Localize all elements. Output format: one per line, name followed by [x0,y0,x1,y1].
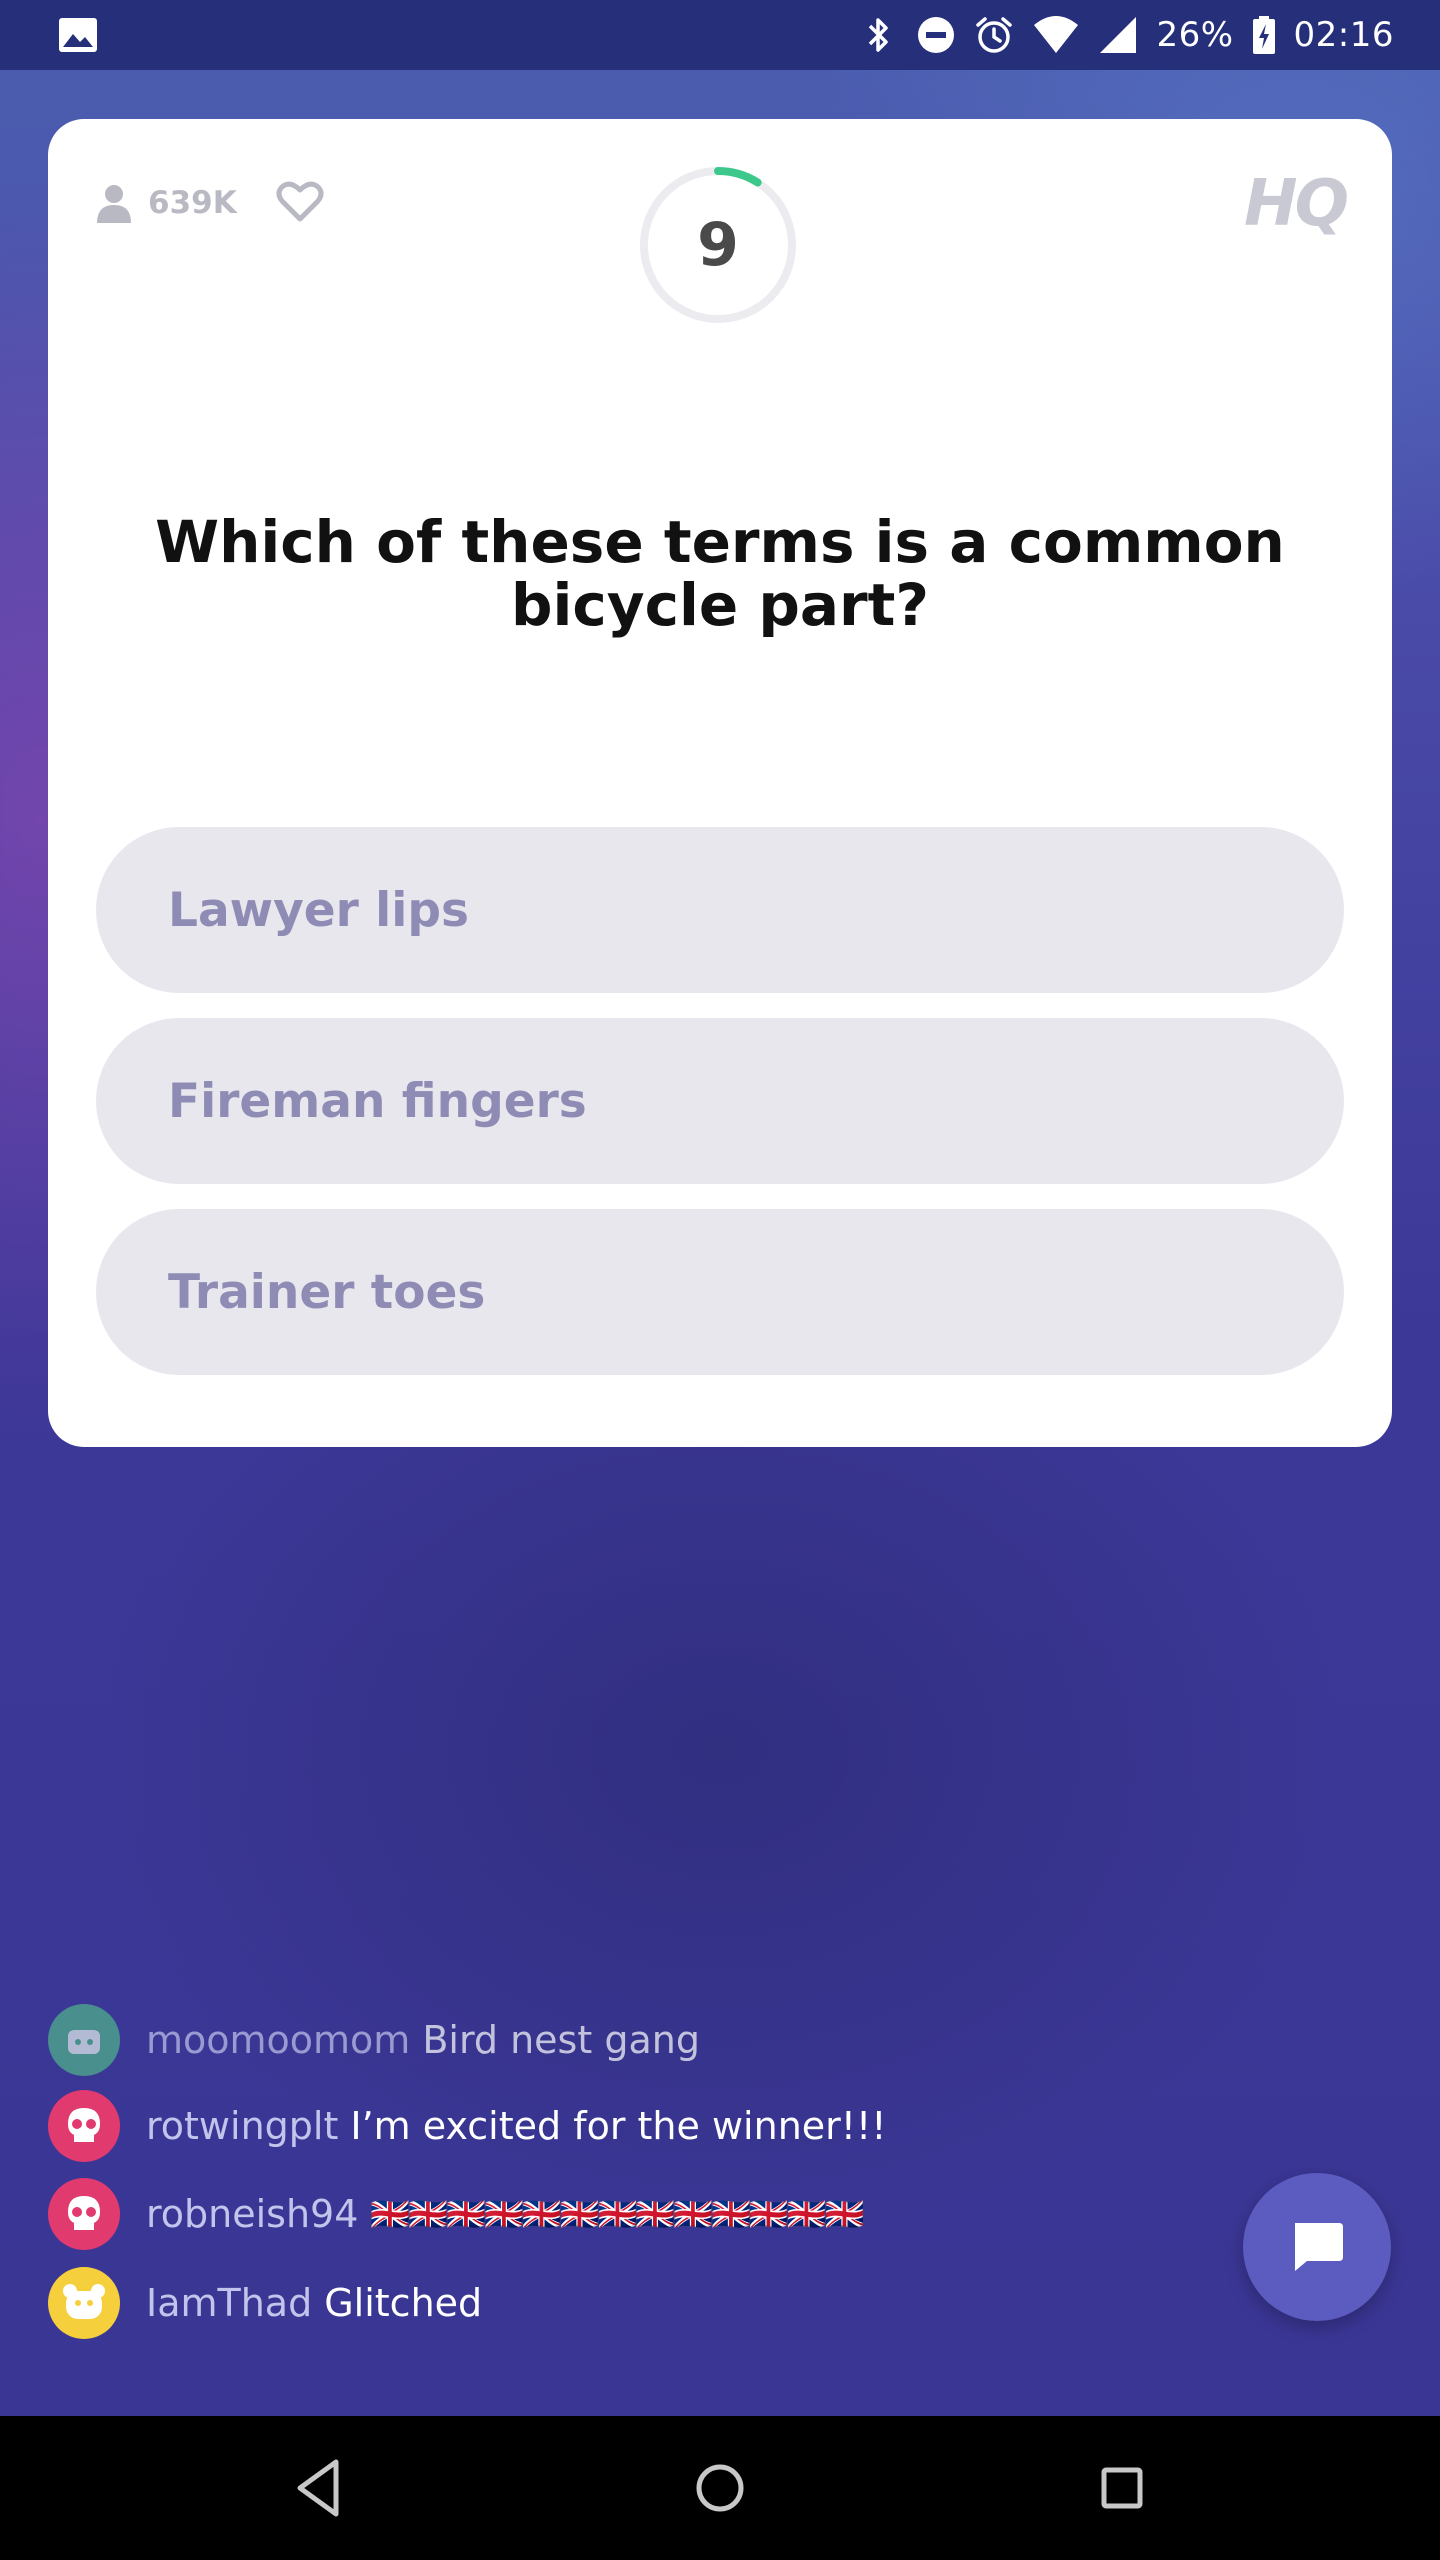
person-icon [97,185,131,223]
battery-percent: 26% [1156,15,1234,55]
countdown-timer: 9 [638,165,798,325]
answer-option-2[interactable]: Fireman fingers [96,1018,1344,1184]
image-icon [59,18,97,52]
chat-username: moomoomom [146,2018,411,2062]
chat-username: robneish94 [146,2192,359,2236]
chat-username: rotwingplt [146,2104,339,2148]
wifi-icon [1034,16,1079,53]
alarm-icon [976,17,1013,53]
chat-username: IamThad [146,2281,313,2325]
android-nav-bar [0,2416,1440,2560]
hq-logo: HQ [1244,167,1349,241]
cell-signal-icon [1100,17,1137,53]
chat-message: IamThad Glitched [48,2267,482,2339]
battery-charging-icon [1252,16,1275,54]
skull-avatar-icon [68,2108,100,2142]
question-card: 639K 9 HQ Which of these terms is a comm… [48,119,1392,1447]
viewer-count: 639K [94,183,237,223]
chat-message: moomoomom Bird nest gang [48,2004,700,2076]
back-icon[interactable] [278,2448,358,2528]
chat-text: I’m excited for the winner!!! [350,2104,887,2148]
chat-bubble-icon [1295,2223,1343,2271]
heart-icon[interactable] [276,179,324,223]
clock: 02:16 [1293,15,1394,55]
avatar [48,2090,120,2162]
viewer-count-label: 639K [148,185,237,221]
chat-button[interactable] [1243,2173,1391,2321]
chat-text: Bird nest gang [422,2018,700,2062]
answer-option-1[interactable]: Lawyer lips [96,827,1344,993]
status-bar: 26% 02:16 [0,0,1440,70]
avatar [48,2178,120,2250]
bluetooth-icon [869,18,889,52]
bear-avatar-icon [63,2284,105,2319]
avatar [48,2004,120,2076]
chat-text: 🇬🇧🇬🇧🇬🇧🇬🇧🇬🇧🇬🇧🇬🇧🇬🇧🇬🇧🇬🇧🇬🇧🇬🇧🇬🇧 [370,2195,864,2233]
home-icon[interactable] [680,2448,760,2528]
question-text: Which of these terms is a common bicycle… [155,508,1285,639]
chat-text: Glitched [324,2281,483,2325]
chat-message: robneish94 🇬🇧🇬🇧🇬🇧🇬🇧🇬🇧🇬🇧🇬🇧🇬🇧🇬🇧🇬🇧🇬🇧🇬🇧🇬🇧 [48,2178,864,2250]
chat-message: rotwingplt I’m excited for the winner!!! [48,2090,886,2162]
skull-avatar-icon [68,2196,100,2230]
timer-number: 9 [697,210,739,280]
avatar [48,2267,120,2339]
recents-icon[interactable] [1082,2448,1162,2528]
robot-avatar-icon [68,2030,100,2054]
answer-option-3[interactable]: Trainer toes [96,1209,1344,1375]
do-not-disturb-icon [918,17,955,53]
